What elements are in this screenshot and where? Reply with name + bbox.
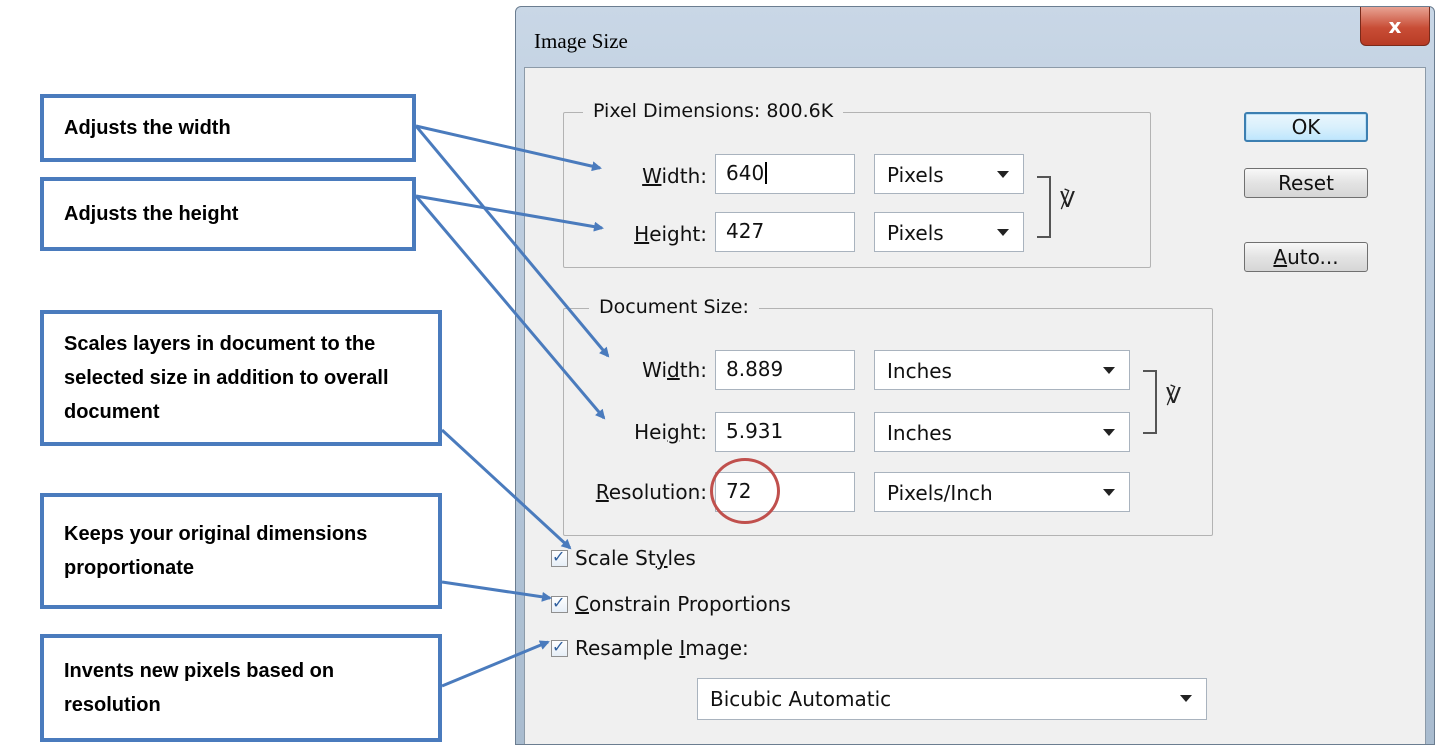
title-bar: Image Size x (516, 7, 1434, 67)
link-icon: ℣ (1060, 188, 1076, 213)
callout-adjusts-width-text: Adjusts the width (64, 117, 231, 139)
callout-scales-layers: Scales layers in document to the selecte… (40, 310, 442, 446)
resample-image-label[interactable]: Resample Image: (575, 636, 749, 660)
pixel-dimensions-legend: Pixel Dimensions: 800.6K (583, 100, 844, 122)
chevron-down-icon (997, 171, 1009, 178)
callout-keeps-proportions: Keeps your original dimensions proportio… (40, 493, 442, 609)
constrain-proportions-label[interactable]: Constrain Proportions (575, 592, 791, 616)
close-button[interactable]: x (1360, 7, 1430, 46)
pixel-height-label: Height: (634, 222, 707, 246)
resample-method-select[interactable]: Bicubic Automatic (697, 678, 1207, 720)
pixel-width-input[interactable]: 640 (715, 154, 855, 194)
callout-adjusts-width: Adjusts the width (40, 94, 416, 162)
image-size-dialog: Image Size x Pixel Dimensions: 800.6K Wi… (515, 6, 1435, 745)
checkmark-icon: ✓ (552, 547, 566, 566)
chevron-down-icon (1180, 695, 1192, 702)
checkmark-icon: ✓ (552, 593, 566, 612)
auto-button[interactable]: Auto... (1244, 242, 1368, 272)
pixel-height-unit-select[interactable]: Pixels (874, 212, 1024, 252)
pixel-constrain-bracket (1037, 176, 1051, 238)
chevron-down-icon (1103, 367, 1115, 374)
close-icon: x (1388, 14, 1402, 38)
checkmark-icon: ✓ (552, 637, 566, 656)
doc-height-label: Height: (634, 420, 707, 444)
constrain-proportions-checkbox[interactable]: ✓ (551, 593, 568, 613)
doc-constrain-bracket (1143, 370, 1157, 434)
doc-height-input[interactable]: 5.931 (715, 412, 855, 452)
resample-image-checkbox[interactable]: ✓ (551, 637, 568, 657)
chevron-down-icon (1103, 429, 1115, 436)
pixel-width-unit-select[interactable]: Pixels (874, 154, 1024, 194)
dialog-client-area: Pixel Dimensions: 800.6K Width: 640 Pixe… (524, 67, 1426, 744)
doc-width-input[interactable]: 8.889 (715, 350, 855, 390)
dialog-title: Image Size (534, 29, 628, 53)
doc-height-unit-select[interactable]: Inches (874, 412, 1130, 452)
scale-styles-label[interactable]: Scale Styles (575, 546, 696, 570)
chevron-down-icon (997, 229, 1009, 236)
callout-adjusts-height-text: Adjusts the height (64, 203, 239, 225)
callout-adjusts-height: Adjusts the height (40, 177, 416, 251)
callout-invents-pixels: Invents new pixels based on resolution (40, 634, 442, 742)
text-caret (765, 162, 768, 184)
ok-button[interactable]: OK (1244, 112, 1368, 142)
doc-width-unit-select[interactable]: Inches (874, 350, 1130, 390)
resolution-label: Resolution: (595, 480, 707, 504)
chevron-down-icon (1103, 489, 1115, 496)
callout-scales-layers-text: Scales layers in document to the selecte… (64, 333, 389, 423)
resolution-highlight-circle (710, 458, 780, 524)
resolution-unit-select[interactable]: Pixels/Inch (874, 472, 1130, 512)
reset-button[interactable]: Reset (1244, 168, 1368, 198)
callout-invents-pixels-text: Invents new pixels based on resolution (64, 660, 335, 716)
doc-width-label: Width: (642, 358, 707, 382)
scale-styles-checkbox[interactable]: ✓ (551, 547, 568, 567)
callout-keeps-proportions-text: Keeps your original dimensions proportio… (64, 523, 368, 579)
link-icon: ℣ (1166, 384, 1182, 409)
pixel-width-label: Width: (642, 164, 707, 188)
pixel-height-input[interactable]: 427 (715, 212, 855, 252)
document-size-legend: Document Size: (589, 296, 759, 318)
